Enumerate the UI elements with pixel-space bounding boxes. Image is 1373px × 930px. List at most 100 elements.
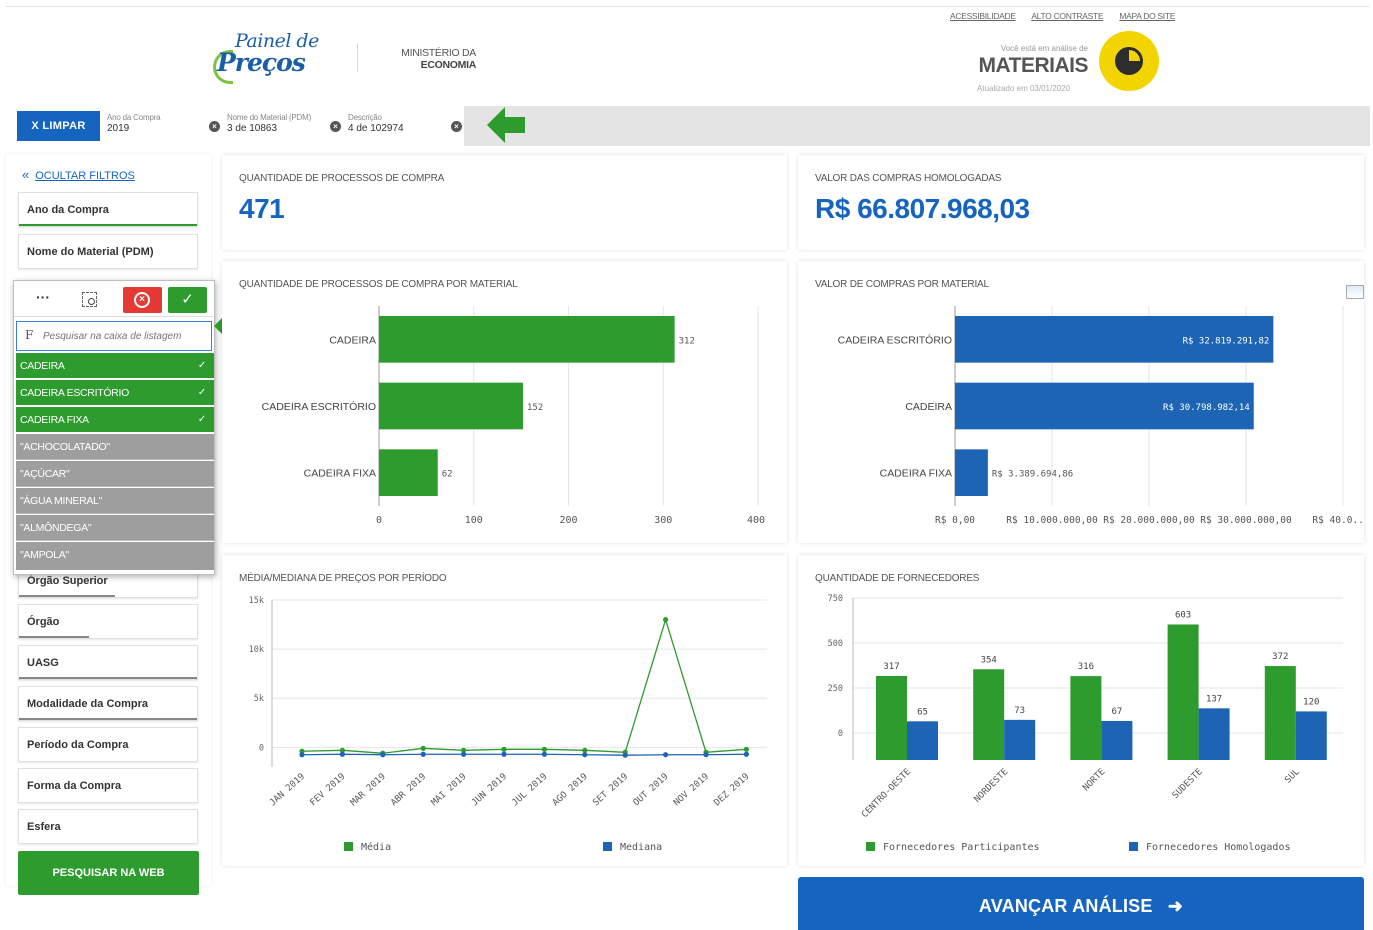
x-tick-label: MAI 2019 xyxy=(430,772,469,808)
data-label: 120 xyxy=(1303,697,1319,707)
list-item[interactable]: "AMPOLA" xyxy=(16,542,214,568)
filter-chip-description[interactable]: Descrição 4 de 102974 xyxy=(348,112,404,134)
list-item[interactable]: "ALMÔNDEGA" xyxy=(16,515,214,541)
chip-caption: Ano da Compra xyxy=(107,113,161,122)
search-web-button[interactable]: PESQUISAR NA WEB xyxy=(18,851,199,895)
search-prefix-icon: F xyxy=(25,328,34,342)
data-point xyxy=(541,751,547,757)
remove-chip-icon[interactable]: × xyxy=(451,121,462,132)
listbox-search[interactable]: F xyxy=(16,321,212,351)
close-circle-icon: × xyxy=(134,292,150,308)
filter-progress xyxy=(19,224,197,226)
analysis-title: MATERIAIS xyxy=(978,54,1089,77)
top-links: ACESSIBILIDADE ALTO CONTRASTE MAPA DO SI… xyxy=(950,11,1189,21)
data-point xyxy=(339,751,345,757)
cancel-selection-button[interactable]: × xyxy=(123,287,162,313)
kpi-card-processes: QUANTIDADE DE PROCESSOS DE COMPRA 471 xyxy=(222,155,787,250)
legend-mediana[interactable]: Mediana xyxy=(603,842,662,853)
data-label: 354 xyxy=(981,655,997,665)
y-tick-label: 750 xyxy=(828,594,843,604)
listbox-toolbar: ··· × ✓ xyxy=(14,281,214,317)
filter-label: Ano da Compra xyxy=(27,204,109,216)
painel-de-precos-logo[interactable]: Painel de Preços xyxy=(213,30,323,88)
x-tick-label: SET 2019 xyxy=(591,772,630,808)
selection-tool-icon[interactable] xyxy=(82,292,97,307)
legend-media[interactable]: Média xyxy=(344,842,391,853)
clear-filters-button[interactable]: X LIMPAR xyxy=(17,111,100,141)
list-item[interactable]: CADEIRA ESCRITÓRIO ✓ xyxy=(16,380,214,406)
x-tick-label: JUL 2019 xyxy=(510,772,549,808)
suppliers-bar-chart[interactable]: 750 500 250 0 317 65 CENTRO-OESTE 354 73 NORDESTE… xyxy=(798,555,1364,866)
x-tick-label: FEV 2019 xyxy=(308,772,347,808)
chip-value: 2019 xyxy=(107,123,130,134)
filter-forma[interactable]: Forma da Compra xyxy=(18,768,198,803)
link-alto-contraste[interactable]: ALTO CONTRASTE xyxy=(1031,11,1103,21)
filter-label: Órgão xyxy=(27,616,60,628)
bar xyxy=(955,449,988,496)
x-tick-label: R$ 0,00 xyxy=(935,515,975,526)
bar xyxy=(1295,711,1327,760)
filter-chip-year[interactable]: Ano da Compra 2019 xyxy=(107,112,161,134)
x-tick-label: MAR 2019 xyxy=(349,772,388,808)
x-tick-label: SUL xyxy=(1283,767,1302,786)
green-arrow-left-icon xyxy=(487,107,525,143)
filter-chip-material[interactable]: Nome do Material (PDM) 3 de 10863 xyxy=(227,112,311,134)
confirm-selection-button[interactable]: ✓ xyxy=(168,287,207,313)
listbox-search-input[interactable] xyxy=(43,327,209,345)
x-tick-label: R$ 20.000.000,00 xyxy=(1103,515,1195,526)
chip-caption: Nome do Material (PDM) xyxy=(227,113,312,122)
y-tick-label: 0 xyxy=(838,729,843,739)
x-tick-label: R$ 30.000.000,00 xyxy=(1200,515,1292,526)
bar xyxy=(1198,708,1230,760)
list-item[interactable]: CADEIRA FIXA ✓ xyxy=(16,407,214,433)
y-tick-label: 250 xyxy=(828,684,843,694)
list-item[interactable]: "AÇÚCAR" xyxy=(16,461,214,487)
list-item[interactable]: "ACHOCOLATADO" xyxy=(16,434,214,460)
legend-participantes[interactable]: Fornecedores Participantes xyxy=(866,842,1040,853)
x-tick-label: R$ 10.000.000,00 xyxy=(1006,515,1098,526)
data-label: 603 xyxy=(1175,610,1191,620)
x-tick-label: JAN 2019 xyxy=(268,772,307,808)
remove-chip-icon[interactable]: × xyxy=(209,121,220,132)
header-separator xyxy=(357,44,358,72)
more-options-icon[interactable]: ··· xyxy=(36,289,50,305)
data-label: 152 xyxy=(527,403,543,413)
price-line-chart[interactable]: 15k 10k 5k 0 JAN 2019 FEV 2019 MAR 2019 ABR 201… xyxy=(222,555,787,866)
listbox-scrollbar[interactable] xyxy=(16,567,214,570)
link-mapa-do-site[interactable]: MAPA DO SITE xyxy=(1119,11,1175,21)
legend-homologados[interactable]: Fornecedores Homologados xyxy=(1129,842,1291,853)
list-item[interactable]: "ÁGUA MINERAL" xyxy=(16,488,214,514)
filter-label: Modalidade da Compra xyxy=(27,698,149,710)
filter-label: Esfera xyxy=(27,821,61,833)
processes-bar-chart[interactable]: 0 100 200 300 400 CADEIRA 312 CADEIRA ESCRITÓRI… xyxy=(222,261,787,543)
value-bar-chart[interactable]: R$ 0,00 R$ 10.000.000,00 R$ 20.000.000,00 R… xyxy=(798,261,1364,543)
filter-uasg[interactable]: UASG xyxy=(18,645,198,680)
filter-nome-do-material[interactable]: Nome do Material (PDM) xyxy=(18,234,198,269)
kpi-value: 471 xyxy=(239,193,285,224)
card-title: VALOR DAS COMPRAS HOMOLOGADAS xyxy=(815,173,1002,184)
remove-chip-icon[interactable]: × xyxy=(330,121,341,132)
filter-modalidade[interactable]: Modalidade da Compra xyxy=(18,686,198,721)
link-acessibilidade[interactable]: ACESSIBILIDADE xyxy=(950,11,1016,21)
filter-ano-da-compra[interactable]: Ano da Compra xyxy=(18,192,198,227)
materials-pie-icon[interactable] xyxy=(1099,31,1159,91)
y-tick-label: 10k xyxy=(249,645,264,655)
filter-esfera[interactable]: Esfera xyxy=(18,809,198,844)
category-label: CADEIRA FIXA xyxy=(880,468,952,480)
bar xyxy=(876,675,907,760)
data-point xyxy=(420,751,426,757)
filter-label: Período da Compra xyxy=(27,739,129,751)
list-item[interactable]: CADEIRA ✓ xyxy=(16,353,214,379)
x-tick-label: NORTE xyxy=(1081,767,1107,793)
chip-value: 3 de 10863 xyxy=(227,123,278,134)
series-line-mediana xyxy=(301,753,747,756)
filter-orgao[interactable]: Órgão xyxy=(18,604,198,639)
category-label: CADEIRA xyxy=(329,334,376,346)
ministry-line2: ECONOMIA xyxy=(420,59,477,71)
arrow-right-icon: ➜ xyxy=(1167,896,1184,916)
hide-filters-link[interactable]: « OCULTAR FILTROS xyxy=(22,167,135,182)
data-point xyxy=(420,745,426,751)
advance-analysis-button[interactable]: AVANÇAR ANÁLISE ➜ xyxy=(798,877,1364,930)
bar xyxy=(1264,666,1296,760)
filter-periodo[interactable]: Período da Compra xyxy=(18,727,198,762)
